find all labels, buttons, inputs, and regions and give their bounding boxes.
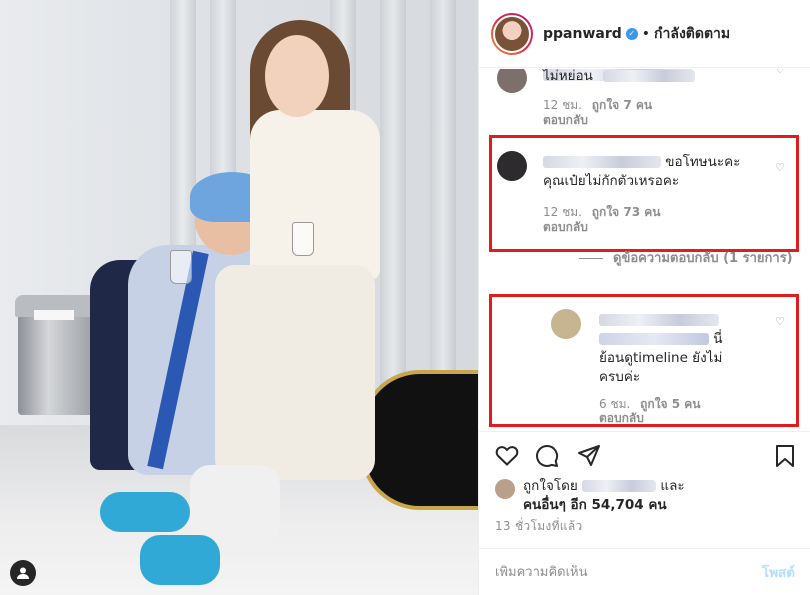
divider-line (579, 258, 603, 259)
avatar[interactable] (497, 151, 527, 181)
blurred-username (582, 480, 657, 492)
blurred-username (543, 156, 661, 168)
comment-text-line2: ย้อนดูtimeline ยังไม่ (599, 350, 723, 366)
add-comment-bar: โพสต์ (479, 548, 810, 595)
share-icon[interactable] (577, 444, 601, 472)
curtain (380, 0, 406, 420)
comment-text-line1: ขอโทษนะคะ (665, 154, 741, 170)
comment-text-line2: คุณเป๋ยไม่กักตัวเหรอคะ (543, 173, 680, 189)
blue-clog (140, 535, 220, 585)
post-timestamp[interactable]: 13 ชั่วโมงที่แล้ว (495, 517, 583, 536)
reply-button[interactable]: ตอบกลับ (543, 111, 588, 130)
bookmark-icon[interactable] (775, 444, 795, 472)
likes-count[interactable]: คนอื่นๆ อีก 54,704 คน (523, 497, 667, 513)
liked-by: ถูกใจโดย และ คนอื่นๆ อีก 54,704 คน (495, 477, 795, 515)
verified-badge-icon: ✓ (625, 27, 638, 40)
post-sidebar: ppanward ✓ • กำลังติดตาม ไม่หย่อน ♡ 12 ช… (478, 0, 810, 595)
comment-likes[interactable]: ถูกใจ 73 คน (592, 205, 661, 219)
heart-icon[interactable]: ♡ (775, 315, 785, 328)
post-button[interactable]: โพสต์ (762, 561, 795, 583)
bubble-tea-cup (170, 250, 192, 284)
comment-likes[interactable]: ถูกใจ 5 คน (640, 397, 700, 411)
post-header: ppanward ✓ • กำลังติดตาม (479, 0, 810, 68)
reply-button[interactable]: ตอบกลับ (599, 409, 644, 428)
view-replies-button[interactable]: ดูข้อความตอบกลับ (1 รายการ) (579, 250, 799, 268)
trash-bin-label (34, 310, 74, 320)
username[interactable]: ppanward (543, 26, 622, 42)
heart-icon[interactable] (495, 444, 519, 470)
comments-list[interactable]: ไม่หย่อน ♡ 12 ชม. ถูกใจ 7 คน ตอบกลับ ขอโ… (479, 69, 810, 431)
following-button[interactable]: กำลังติดตาม (654, 23, 730, 45)
comment-likes[interactable]: ถูกใจ 7 คน (592, 98, 652, 112)
curtain (430, 0, 456, 420)
standing-person-head (265, 35, 329, 117)
comment-text-line3: ครบค่ะ (599, 369, 641, 385)
white-boots (190, 465, 280, 545)
view-replies-label: ดูข้อความตอบกลับ (1 รายการ) (613, 251, 793, 266)
blue-clog (100, 492, 190, 532)
blurred-text (603, 70, 696, 82)
heart-icon[interactable]: ♡ (775, 161, 785, 174)
comment-icon[interactable] (535, 444, 559, 472)
standing-person (250, 110, 380, 280)
side-table (360, 370, 478, 510)
blurred-text (599, 333, 709, 345)
blurred-username (599, 314, 719, 326)
post-photo[interactable] (0, 0, 478, 595)
bubble-tea-cup (292, 222, 314, 256)
standing-person-legs (215, 265, 375, 480)
comment-input[interactable] (495, 564, 762, 580)
liked-by-suffix: และ (660, 478, 685, 494)
comment-text: ไม่หย่อน (543, 69, 593, 84)
reply-button[interactable]: ตอบกลับ (543, 218, 588, 237)
comment-time: 12 ชม. (543, 98, 582, 112)
action-bar (479, 431, 810, 481)
liked-by-prefix: ถูกใจโดย (523, 478, 578, 494)
separator-dot: • (641, 25, 651, 42)
avatar[interactable] (551, 309, 581, 339)
comment-text-line1: นี่ (713, 331, 723, 347)
comment-time: 12 ชม. (543, 205, 582, 219)
avatar[interactable] (497, 69, 527, 93)
user-tag-icon[interactable] (10, 560, 36, 586)
heart-icon[interactable]: ♡ (775, 69, 785, 76)
avatar[interactable] (495, 479, 515, 499)
avatar[interactable] (491, 12, 533, 55)
